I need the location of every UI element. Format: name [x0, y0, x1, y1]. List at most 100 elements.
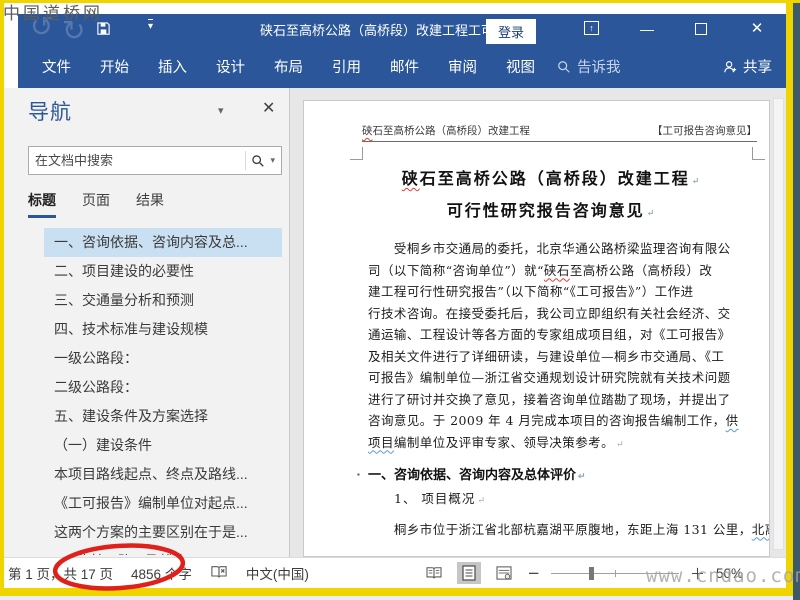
- nav-heading-item[interactable]: 二、项目建设的必要性: [44, 257, 282, 286]
- document-page[interactable]: 硖石至高桥公路（高桥段）改建工程 【工可报告咨询意见】 硖石至高桥公路（高桥段）…: [303, 100, 770, 557]
- sub-heading-1: 1、 项目概况 ↵: [368, 488, 733, 513]
- frame-edge: [0, 588, 793, 596]
- tell-me-box[interactable]: 告诉我: [557, 56, 621, 77]
- nav-tab-results[interactable]: 结果: [136, 190, 164, 218]
- document-title-line1: 硖石至高桥公路（高桥段）改建工程 ↵: [368, 167, 733, 194]
- body-line: 受桐乡市交通局的委托，北京华通公路桥梁监理咨询有限公: [368, 241, 731, 256]
- screenshot-root: 中国道桥网 ↺ ↻ ▾ 硖石至高桥公路（高桥段）改建工程工可... 登录 ↑ —…: [0, 0, 800, 600]
- tab-insert[interactable]: 插入: [146, 56, 199, 77]
- watermark-top-left: 中国道桥网: [3, 0, 103, 24]
- section-heading-1: ▪ 一、咨询依据、咨询内容及总体评价 ↵: [357, 464, 733, 487]
- document-area: 硖石至高桥公路（高桥段）改建工程 【工可报告咨询意见】 硖石至高桥公路（高桥段）…: [290, 88, 786, 557]
- nav-heading-item[interactable]: 一级公路段：: [44, 344, 282, 373]
- status-bar-left: 第 1 页，共 17 页 4856 个字 中文(中国): [8, 558, 309, 588]
- nav-heading-item[interactable]: 这两个方案的主要区别在于是...: [44, 518, 282, 547]
- watermark-bottom-right: www.cndao.com: [646, 565, 800, 587]
- text-boundary-mark-right: [752, 147, 765, 160]
- search-input[interactable]: [29, 153, 246, 168]
- language-indicator[interactable]: 中文(中国): [246, 563, 309, 583]
- headings-list: 一、咨询依据、咨询内容及总... 二、项目建设的必要性 三、交通量分析和预测 四…: [4, 228, 290, 555]
- nav-heading-item[interactable]: 《工可报告》编制单位对起点...: [44, 489, 282, 518]
- nav-heading-item[interactable]: 五、建设条件及方案选择: [44, 402, 282, 431]
- nav-heading-item[interactable]: 二级公路段：: [44, 373, 282, 402]
- heading-bullet: ▪: [357, 470, 360, 479]
- frame-edge: [0, 0, 800, 3]
- nav-heading-item[interactable]: 三、交通量分析和预测: [44, 286, 282, 315]
- tab-layout[interactable]: 布局: [262, 56, 315, 77]
- nav-heading-item[interactable]: 本项目路线起点、终点及路线...: [44, 460, 282, 489]
- text-boundary-mark-left: [350, 147, 363, 160]
- document-search-box[interactable]: ▾: [28, 146, 282, 175]
- read-mode-icon[interactable]: [422, 562, 446, 584]
- tab-references[interactable]: 引用: [320, 56, 373, 77]
- minimize-button[interactable]: —: [630, 18, 664, 40]
- page-number-indicator[interactable]: 第 1 页，共 17 页: [8, 563, 113, 583]
- window-title: 硖石至高桥公路（高桥段）改建工程工可...: [259, 23, 505, 38]
- tab-home[interactable]: 开始: [88, 56, 141, 77]
- word-count-indicator[interactable]: 4856 个字: [131, 563, 192, 583]
- zoom-slider-center-tick: [614, 569, 616, 577]
- person-icon: [724, 60, 737, 72]
- nav-heading-item[interactable]: 四、技术标准与建设规模: [44, 315, 282, 344]
- web-layout-icon[interactable]: [492, 562, 516, 584]
- tab-view[interactable]: 视图: [494, 56, 547, 77]
- grammar-flagged-text: 供: [725, 413, 739, 428]
- proofing-errors-icon[interactable]: [210, 564, 228, 583]
- tab-design[interactable]: 设计: [204, 56, 257, 77]
- paragraph-2-line: 桐乡市位于浙江省北部杭嘉湖平原腹地，东距上海 131 公里，北离: [368, 519, 769, 541]
- vertical-scrollbar[interactable]: [773, 98, 784, 550]
- tab-file[interactable]: 文件: [30, 56, 83, 77]
- line-segment: 至高桥公路（高桥段）改: [569, 262, 713, 278]
- title-line2-text: 可行性研究报告咨询意见: [446, 201, 645, 220]
- paragraph-mark: ↵: [691, 177, 700, 187]
- search-magnifier-icon[interactable]: [246, 154, 270, 168]
- print-layout-icon[interactable]: [457, 562, 482, 584]
- line-segment: 司（以下简称“咨询单位”）就“: [368, 262, 544, 278]
- body-line: 咨询意见。于 2009 年 4 月完成本项目的咨询报告编制工作，供: [368, 410, 738, 432]
- save-icon[interactable]: [96, 21, 111, 41]
- quick-access-toolbar-dropdown[interactable]: ▾: [148, 19, 154, 32]
- close-button[interactable]: ✕: [740, 18, 774, 40]
- sub-heading-text: 1、 项目概况: [394, 491, 476, 506]
- ribbon-tab-bar: 文件 开始 插入 设计 布局 引用 邮件 审阅 视图 告诉我 共享: [18, 45, 786, 88]
- sign-in-button[interactable]: 登录: [486, 19, 537, 44]
- search-options-dropdown-icon[interactable]: ▾: [270, 155, 281, 166]
- zoom-slider-thumb[interactable]: [588, 566, 594, 580]
- body-line: 通运输、工程设计等各方面的专家组成项目组，对《工可报告》: [368, 327, 731, 342]
- nav-heading-item[interactable]: 一、咨询依据、咨询内容及总...: [44, 228, 282, 257]
- body-line: 可报告》编制单位—浙江省交通规划设计研究院就有关技术问题: [368, 370, 731, 385]
- zoom-out-button[interactable]: −: [527, 564, 540, 582]
- nav-heading-item[interactable]: （一）建设条件: [44, 431, 282, 460]
- nav-tab-pages[interactable]: 页面: [82, 190, 110, 218]
- paragraph-mark: ↵: [477, 496, 485, 506]
- search-icon: [558, 60, 570, 73]
- title-line1-rest: 石至高桥公路（高桥段）改建工程: [419, 169, 690, 188]
- tab-mailings[interactable]: 邮件: [378, 56, 431, 77]
- watermark-text: www.cndao.com: [646, 565, 800, 587]
- body-line: 行技术咨询。在接受委托后，我公司立即组织有关社会经济、交: [368, 305, 731, 321]
- nav-heading-item[interactable]: 2、路基、路面及排水: [44, 547, 282, 555]
- frame-bottom-strip: [0, 596, 793, 600]
- tell-me-label: 告诉我: [577, 60, 621, 76]
- heading-text: 一、咨询依据、咨询内容及总体评价: [368, 467, 577, 482]
- body-line: 进行了研讨并交换了意见，接着咨询单位踏勘了现场，并提出了: [368, 391, 731, 407]
- maximize-icon: [695, 23, 707, 35]
- line-segment: 咨询意见。于 2009 年 4 月完成本项目的咨询报告编制工作，: [368, 413, 726, 428]
- tab-review[interactable]: 审阅: [436, 56, 489, 77]
- navigation-pane-title: 导航: [28, 101, 72, 124]
- misspelled-text: 硖石: [543, 262, 570, 278]
- ribbon-display-options-icon[interactable]: ↑: [584, 21, 599, 35]
- body-line: 项目编制单位及评审专家、领导决策参考。 ↵: [368, 432, 733, 454]
- grammar-flagged-text: 北离: [751, 521, 769, 537]
- share-button[interactable]: 共享: [723, 56, 772, 77]
- nav-tab-headings[interactable]: 标题: [28, 190, 56, 218]
- frame-edge: [786, 0, 793, 600]
- navigation-pane-close-icon[interactable]: ✕: [262, 98, 275, 118]
- navigation-pane-dropdown-icon[interactable]: ▾: [218, 104, 224, 117]
- navigation-pane: 导航 ▾ ✕ ▾ 标题 页面 结果 一、咨询依据、咨询内容及总... 二、项目建…: [4, 88, 290, 557]
- navigation-tabs: 标题 页面 结果: [28, 190, 164, 218]
- paragraph-mark: ↵: [616, 439, 624, 450]
- maximize-button[interactable]: [684, 18, 718, 40]
- grammar-flagged-text: 项目: [368, 434, 394, 450]
- page-text: 硖石至高桥公路（高桥段）改建工程 ↵ 可行性研究报告咨询意见 ↵ 受桐乡市交通局的委…: [357, 101, 769, 541]
